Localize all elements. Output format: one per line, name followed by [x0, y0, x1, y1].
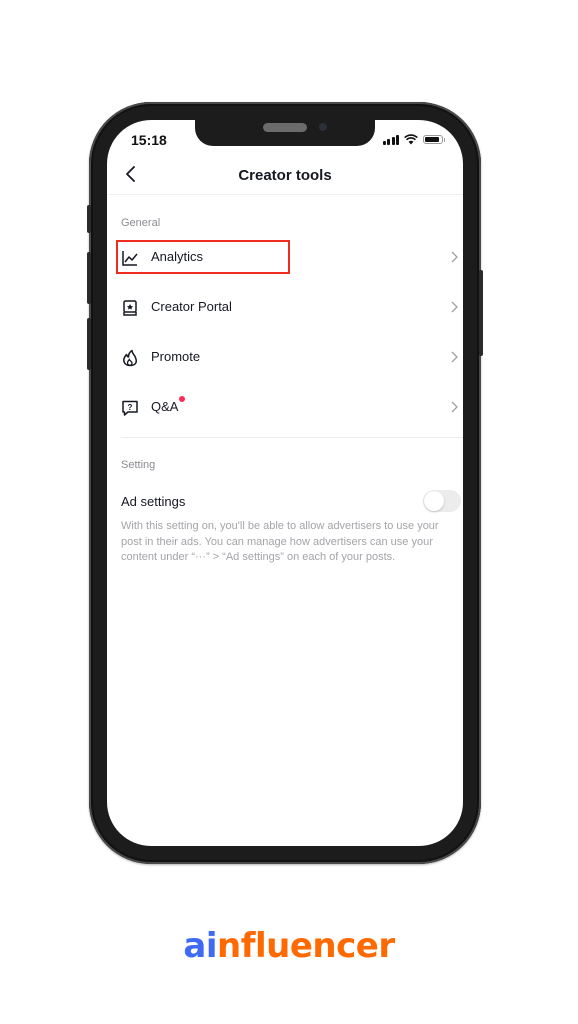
front-camera — [319, 123, 327, 131]
menu-item-label: Promote — [151, 349, 201, 364]
portal-book-icon — [123, 300, 137, 316]
power-button — [479, 270, 483, 356]
menu-item-qa[interactable]: ? Q&A — [107, 387, 463, 427]
mute-switch — [87, 205, 91, 233]
menu-item-label: Q&A — [151, 396, 186, 414]
wifi-icon — [404, 134, 418, 145]
notch — [195, 120, 375, 146]
flame-icon — [123, 349, 138, 367]
notification-dot — [179, 396, 186, 402]
qa-label: Q&A — [151, 399, 179, 414]
menu-item-label: Creator Portal — [151, 299, 232, 314]
ad-settings-label: Ad settings — [121, 494, 186, 509]
page-title: Creator tools — [238, 167, 332, 184]
menu-item-promote[interactable]: Promote — [107, 337, 463, 377]
chevron-right-icon — [451, 301, 458, 313]
section-label-general: General — [121, 217, 161, 229]
ad-settings-description: With this setting on, you'll be able to … — [121, 520, 439, 563]
status-icons — [382, 134, 445, 145]
question-bubble-icon: ? — [122, 400, 138, 416]
nav-bar: Creator tools — [107, 156, 463, 195]
chevron-right-icon — [451, 401, 458, 413]
battery-icon — [423, 135, 445, 144]
cellular-signal-icon — [382, 134, 399, 145]
menu-item-creator-portal[interactable]: Creator Portal — [107, 287, 463, 327]
section-divider — [121, 437, 463, 438]
phone-screen: 15:18 Creator tools General Analytics Cr… — [107, 120, 463, 846]
ad-settings-toggle[interactable] — [423, 490, 461, 512]
logo-ai-part: ai — [183, 926, 217, 966]
chevron-right-icon — [451, 251, 458, 263]
highlight-box — [116, 240, 290, 274]
chevron-right-icon — [451, 351, 458, 363]
volume-down-button — [87, 318, 91, 370]
svg-text:?: ? — [128, 403, 133, 412]
ainfluencer-logo: ainfluencer — [0, 926, 578, 966]
volume-up-button — [87, 252, 91, 304]
speaker-grille — [263, 123, 307, 132]
logo-rest-part: nfluencer — [217, 926, 395, 966]
section-label-setting: Setting — [121, 459, 156, 471]
toggle-knob — [424, 491, 444, 511]
status-time: 15:18 — [131, 132, 167, 148]
